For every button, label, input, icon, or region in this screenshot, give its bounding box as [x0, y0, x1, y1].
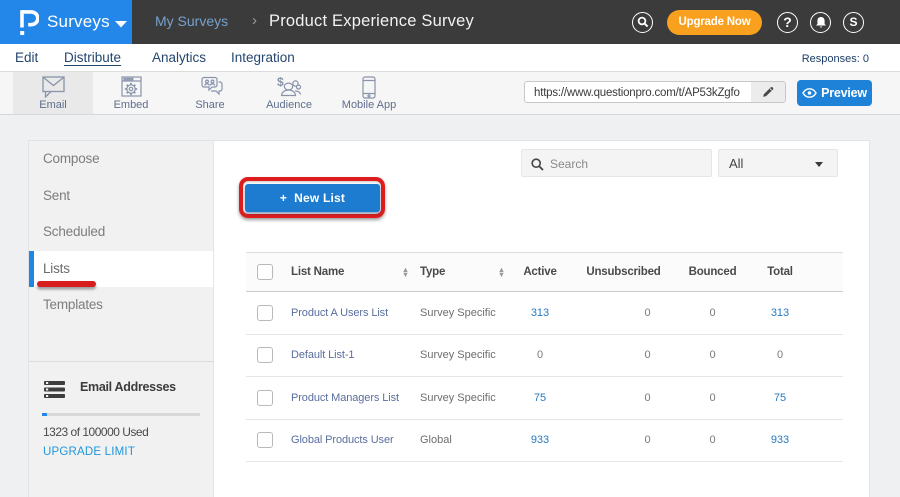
svg-text:$: $ [277, 76, 284, 89]
